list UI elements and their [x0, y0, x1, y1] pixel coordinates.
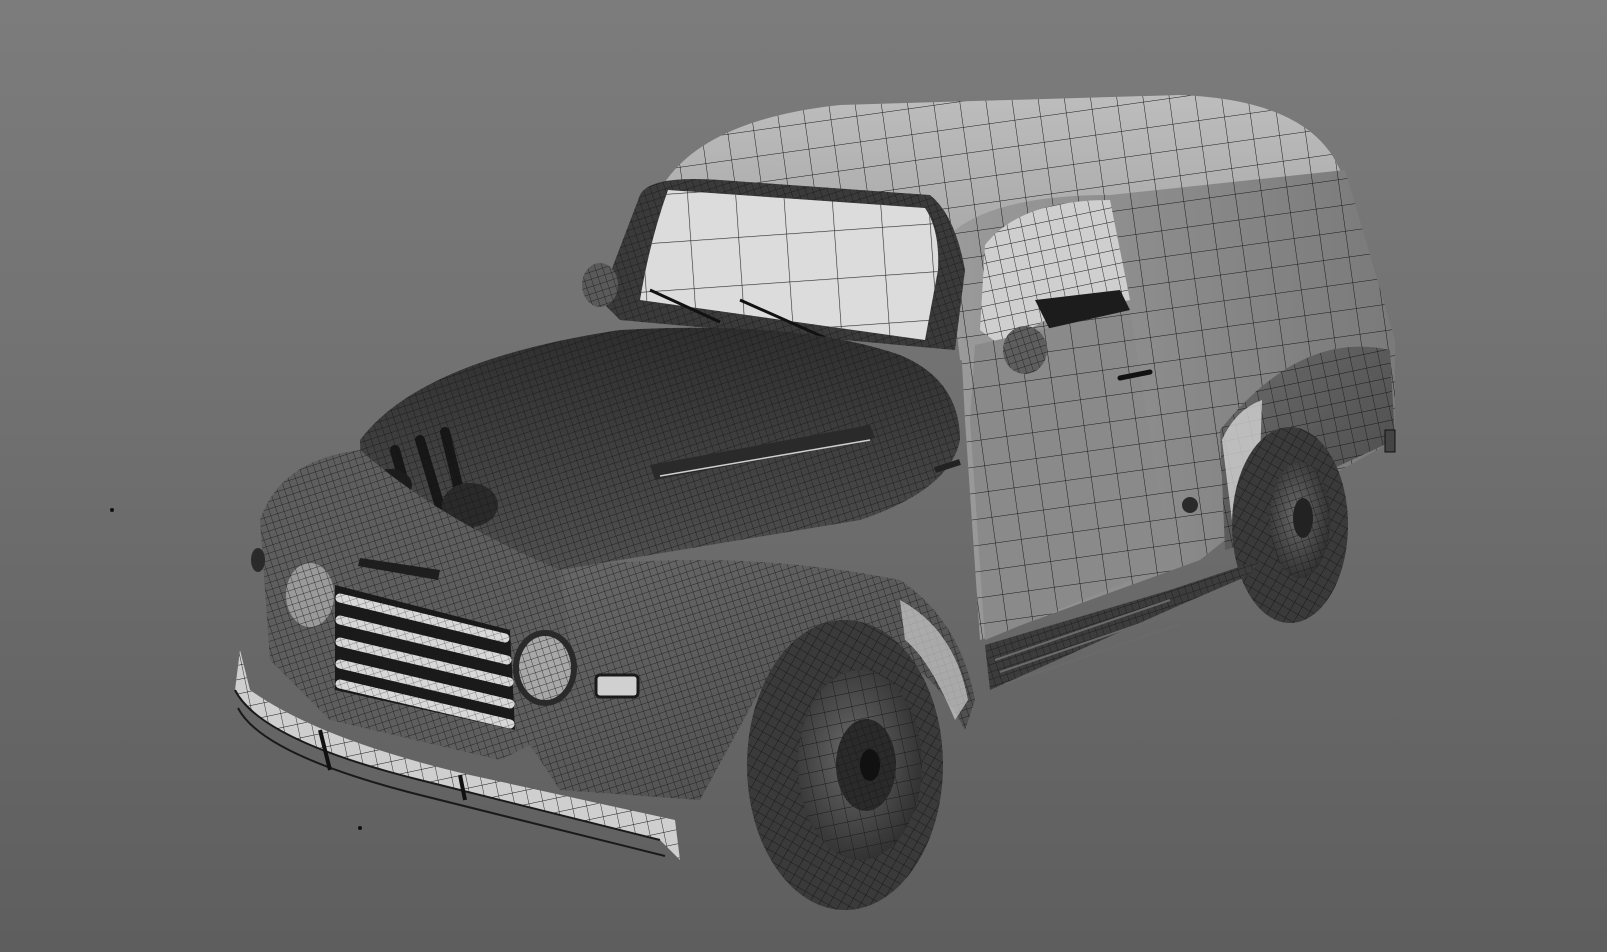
- headlight-right: [513, 630, 577, 706]
- front-wheel: [747, 620, 943, 910]
- mirror-left: [582, 263, 618, 307]
- door-lock: [1182, 497, 1198, 513]
- mirror-right: [1003, 326, 1047, 374]
- rear-bumper-stub: [1384, 429, 1396, 453]
- parking-light: [594, 673, 640, 699]
- van-wireframe-render: [110, 95, 1396, 910]
- headlight-left: [286, 563, 334, 627]
- stray-vertex: [358, 826, 362, 830]
- rear-wheel: [1232, 427, 1348, 623]
- 3d-viewport[interactable]: [0, 0, 1607, 952]
- stray-vertex: [110, 508, 114, 512]
- side-marker-left: [251, 548, 265, 572]
